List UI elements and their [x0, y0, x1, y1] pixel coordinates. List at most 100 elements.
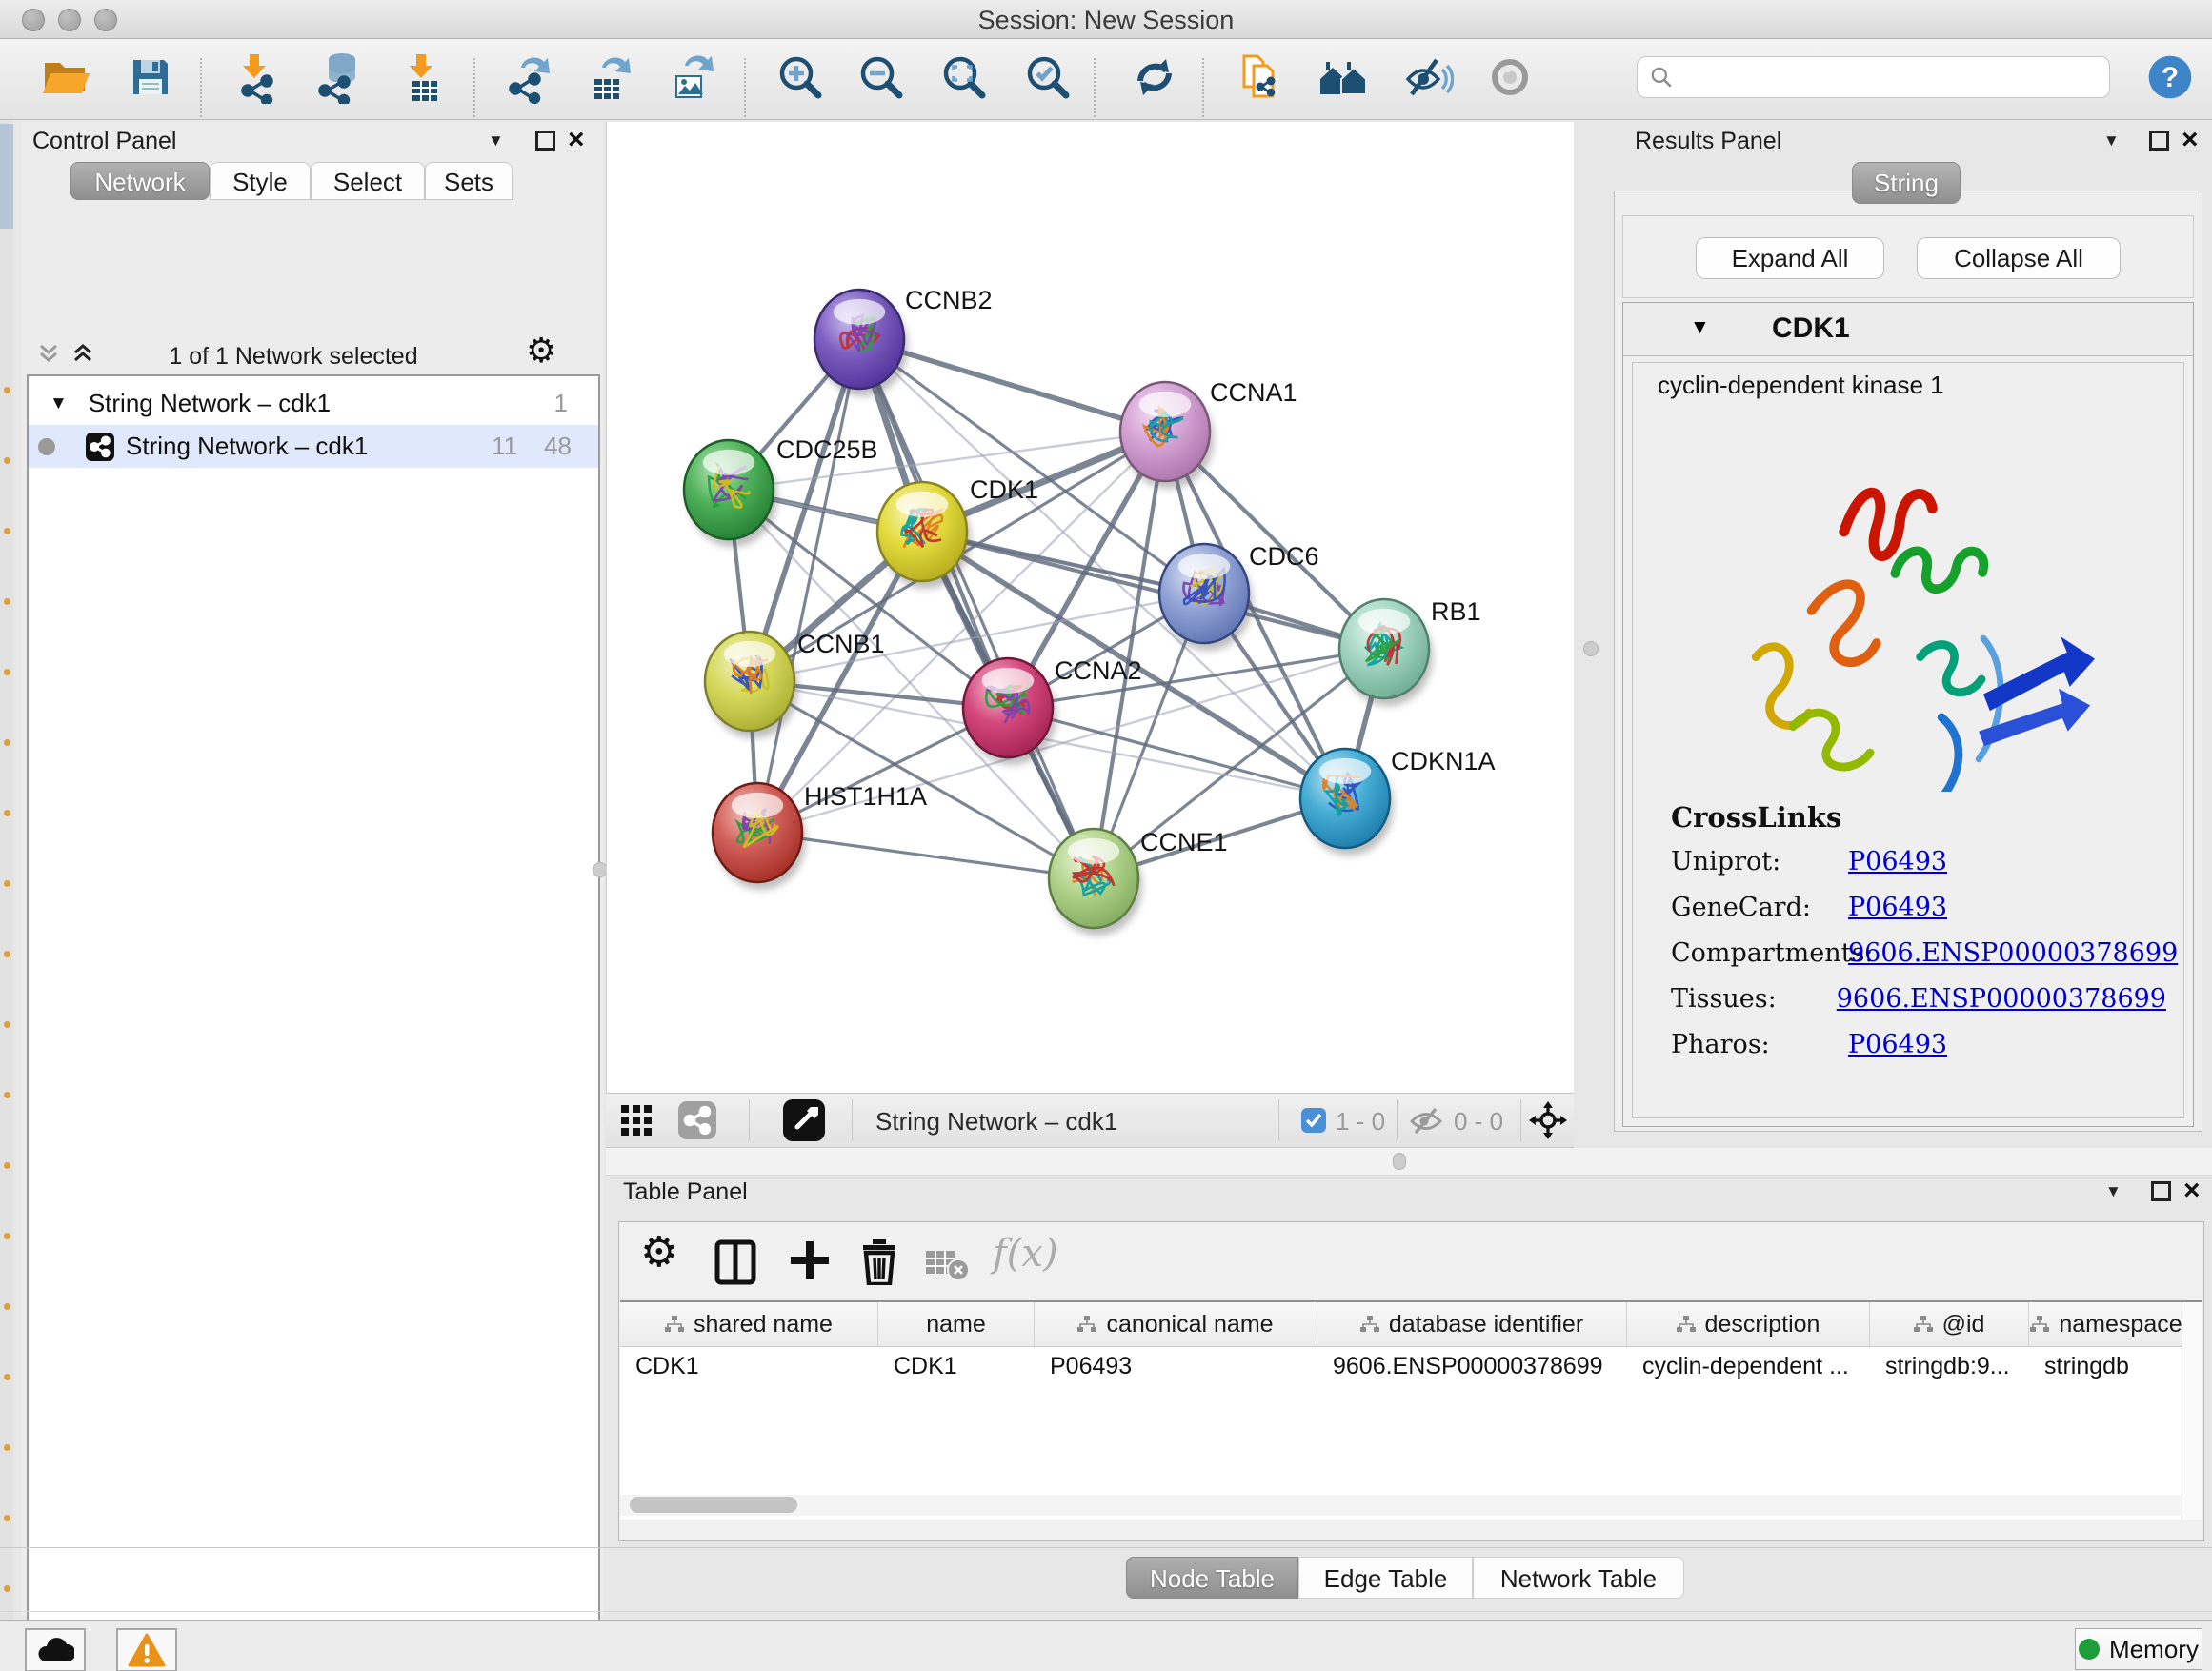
network-edge[interactable] — [757, 833, 1094, 878]
help-icon[interactable]: ? — [2145, 52, 2199, 106]
network-node-RB1[interactable]: RB1 — [1339, 597, 1481, 706]
table-cell[interactable]: stringdb — [2029, 1346, 2184, 1386]
panel-close-icon[interactable]: × — [2182, 124, 2199, 156]
table-cell[interactable]: P06493 — [1035, 1346, 1317, 1386]
entry-header[interactable]: ▼ CDK1 — [1623, 303, 2193, 356]
crosslink-link[interactable]: 9606.ENSP00000378699 — [1848, 938, 2178, 968]
tab-style[interactable]: Style — [210, 162, 311, 200]
save-session-icon[interactable] — [124, 50, 177, 104]
zoom-fit-icon[interactable] — [937, 50, 991, 104]
table-gear-icon[interactable]: ⚙ — [640, 1228, 677, 1277]
birdseye-view-icon[interactable] — [783, 1099, 825, 1141]
panel-menu-icon[interactable]: ▼ — [488, 131, 504, 151]
hidden-eye-icon[interactable] — [1407, 1106, 1445, 1137]
select-columns-icon[interactable] — [714, 1239, 756, 1285]
zoom-selected-icon[interactable] — [1021, 50, 1075, 104]
column-label: namespace — [2059, 1311, 2182, 1339]
scrollbar-thumb[interactable] — [630, 1497, 797, 1513]
background-dot — [4, 1444, 10, 1451]
zoom-in-icon[interactable] — [774, 50, 827, 104]
panel-menu-icon[interactable]: ▼ — [2103, 131, 2120, 151]
column-header-name[interactable]: name — [878, 1302, 1035, 1346]
results-tab-string[interactable]: String — [1852, 162, 1961, 204]
cloud-button[interactable] — [25, 1628, 86, 1671]
panel-float-icon[interactable] — [2151, 1181, 2171, 1201]
network-node-HIST1H1A[interactable]: HIST1H1A — [713, 782, 927, 890]
tab-sets[interactable]: Sets — [425, 162, 513, 200]
toolbar-separator — [1278, 1099, 1279, 1141]
first-neighbors-icon[interactable] — [1317, 50, 1370, 104]
horizontal-splitter[interactable] — [606, 1148, 2212, 1176]
delete-table-icon[interactable] — [926, 1249, 970, 1281]
import-network-file-icon[interactable] — [231, 50, 284, 104]
table-vertical-scrollbar[interactable] — [2182, 1302, 2202, 1520]
table-cell[interactable]: CDK1 — [878, 1346, 1035, 1386]
search-field[interactable] — [1637, 56, 2110, 98]
column-header-namespace[interactable]: namespace — [2029, 1302, 2184, 1346]
export-network-icon[interactable] — [500, 50, 553, 104]
collapse-all-button[interactable]: Collapse All — [1917, 237, 2121, 279]
network-node-CDK1[interactable]: CDK1 — [877, 475, 1038, 589]
collection-expander-icon[interactable]: ▼ — [50, 393, 68, 414]
panel-close-icon[interactable]: × — [568, 124, 585, 156]
column-header-shared-name[interactable]: shared name — [620, 1302, 878, 1346]
import-network-database-icon[interactable] — [312, 50, 365, 104]
apply-layout-icon[interactable] — [1128, 50, 1181, 104]
crosslink-link[interactable]: P06493 — [1848, 847, 1947, 876]
add-column-icon[interactable] — [789, 1239, 831, 1281]
panel-float-icon[interactable] — [2149, 131, 2169, 151]
table-cell[interactable]: 9606.ENSP00000378699 — [1317, 1346, 1627, 1386]
column-header-description[interactable]: description — [1627, 1302, 1870, 1346]
network-canvas[interactable]: CCNB2CCNA1CDC25BCDK1CDC6RB1CCNB1CCNA2CDK… — [606, 122, 1574, 1093]
zoom-out-icon[interactable] — [855, 50, 908, 104]
crosslink-link[interactable]: 9606.ENSP00000378699 — [1837, 984, 2166, 1014]
column-header-database-identifier[interactable]: database identifier — [1317, 1302, 1627, 1346]
import-table-file-icon[interactable] — [397, 50, 451, 104]
clone-network-icon[interactable] — [1233, 50, 1286, 104]
column-header-canonical-name[interactable]: canonical name — [1035, 1302, 1317, 1346]
crosslink-link[interactable]: P06493 — [1848, 893, 1947, 922]
network-node-CDC6[interactable]: CDC6 — [1159, 542, 1319, 651]
table-cell[interactable]: cyclin-dependent ... — [1627, 1346, 1870, 1386]
memory-button[interactable]: Memory — [2075, 1628, 2202, 1670]
table-row[interactable]: CDK1CDK1P064939606.ENSP00000378699cyclin… — [620, 1346, 2184, 1386]
search-input[interactable] — [1674, 59, 2109, 95]
gear-icon[interactable]: ⚙ — [526, 332, 556, 371]
tab-edge-table[interactable]: Edge Table — [1298, 1557, 1473, 1599]
network-collection-row[interactable]: ▼ String Network – cdk1 1 — [29, 382, 598, 425]
share-view-icon[interactable] — [678, 1101, 716, 1139]
entry-expander-icon[interactable]: ▼ — [1690, 316, 1710, 339]
export-table-icon[interactable] — [581, 50, 634, 104]
tab-select[interactable]: Select — [311, 162, 425, 200]
network-edge[interactable] — [757, 339, 859, 833]
tab-network-table[interactable]: Network Table — [1473, 1557, 1684, 1599]
table-cell[interactable]: stringdb:9... — [1870, 1346, 2029, 1386]
inactive-eye-icon[interactable] — [1483, 50, 1537, 104]
panel-float-icon[interactable] — [535, 131, 555, 151]
tab-network[interactable]: Network — [70, 162, 210, 200]
panel-menu-icon[interactable]: ▼ — [2105, 1182, 2122, 1201]
network-row[interactable]: String Network – cdk1 11 48 — [29, 425, 598, 468]
panel-close-icon[interactable]: × — [2183, 1175, 2201, 1207]
selected-checkbox-icon[interactable] — [1301, 1108, 1326, 1133]
warning-button[interactable] — [116, 1628, 177, 1671]
grid-view-icon[interactable] — [619, 1103, 655, 1139]
splitter-handle[interactable] — [1393, 1153, 1406, 1170]
delete-column-icon[interactable] — [859, 1239, 899, 1285]
network-node-CDKN1A[interactable]: CDKN1A — [1300, 747, 1496, 856]
show-hide-graphics-icon[interactable] — [1400, 50, 1454, 104]
function-builder-icon[interactable]: f(x) — [993, 1232, 1058, 1276]
node-table-container: ⚙ f(x) shared namenamecanonical namedata… — [618, 1221, 2204, 1541]
table-horizontal-scrollbar[interactable] — [620, 1495, 2182, 1516]
column-header-id[interactable]: @id — [1870, 1302, 2029, 1346]
crosslink-link[interactable]: P06493 — [1848, 1030, 1947, 1059]
background-dot — [4, 1021, 10, 1028]
table-cell[interactable]: CDK1 — [620, 1346, 878, 1386]
open-session-icon[interactable] — [38, 50, 91, 104]
background-dot — [4, 387, 10, 393]
export-image-icon[interactable] — [664, 50, 717, 104]
expand-all-button[interactable]: Expand All — [1696, 237, 1884, 279]
crosslink-label: Uniprot: — [1671, 847, 1848, 876]
fit-selected-crosshair-icon[interactable] — [1529, 1101, 1567, 1139]
tab-node-table[interactable]: Node Table — [1126, 1557, 1298, 1599]
